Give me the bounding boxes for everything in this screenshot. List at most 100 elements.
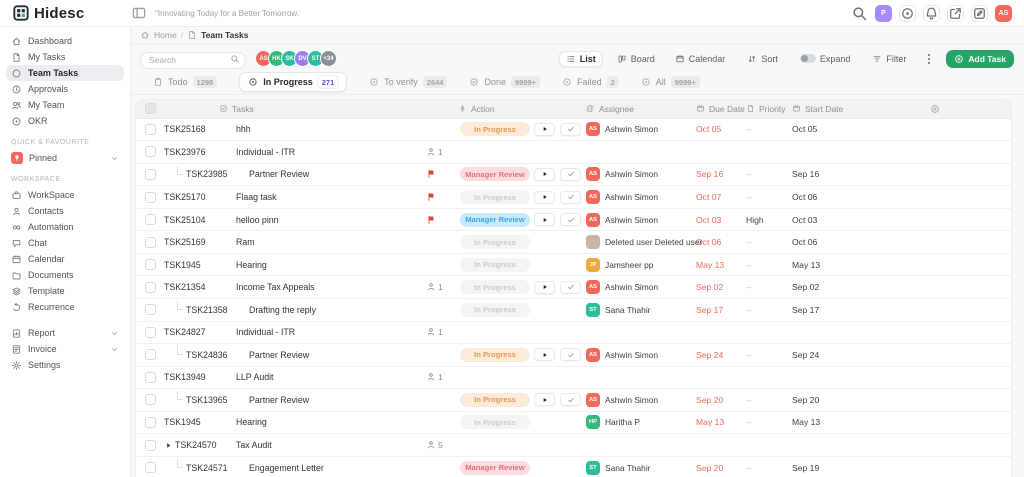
table-row[interactable]: TSK13965Partner ReviewIn ProgressASAshwi… — [136, 389, 1011, 412]
row-checkbox[interactable] — [145, 372, 156, 383]
sidebar-item-workspace[interactable]: WorkSpace — [6, 187, 124, 203]
complete-button[interactable] — [560, 213, 581, 226]
tab-todo[interactable]: Todo1298 — [153, 76, 217, 88]
assignee-cell[interactable]: ASAshwin Simon — [586, 280, 696, 294]
breadcrumb-home[interactable]: Home — [154, 30, 177, 40]
sidebar-item-report[interactable]: Report — [6, 325, 124, 341]
assignee-cell[interactable]: HPHaritha P — [586, 415, 696, 429]
view-button-board[interactable]: Board — [611, 51, 661, 67]
column-header-action[interactable]: Action — [458, 104, 534, 114]
tab-to-verify[interactable]: To verify2644 — [369, 76, 447, 88]
status-badge[interactable]: Manager Review — [460, 461, 530, 475]
filter-button[interactable]: Filter — [866, 52, 912, 66]
assignee-cell[interactable]: JPJamsheer pp — [586, 258, 696, 272]
row-checkbox[interactable] — [145, 440, 156, 451]
status-badge[interactable]: Manager Review — [460, 213, 530, 227]
play-button[interactable] — [534, 191, 555, 204]
sidebar-item-my-team[interactable]: My Team — [6, 97, 124, 113]
sidebar-item-okr[interactable]: OKR — [6, 113, 124, 129]
row-checkbox[interactable] — [145, 282, 156, 293]
assignee-cell[interactable]: STSana Thahir — [586, 303, 696, 317]
share-external-icon[interactable] — [947, 5, 964, 22]
focus-target-icon[interactable] — [899, 5, 916, 22]
sidebar-item-contacts[interactable]: Contacts — [6, 203, 124, 219]
complete-button[interactable] — [560, 191, 581, 204]
row-checkbox[interactable] — [145, 259, 156, 270]
play-button[interactable] — [534, 213, 555, 226]
row-checkbox[interactable] — [145, 124, 156, 135]
status-badge[interactable]: In Progress — [460, 415, 530, 429]
table-row[interactable]: TSK21354Income Tax Appeals1In ProgressAS… — [136, 276, 1011, 299]
complete-button[interactable] — [560, 281, 581, 294]
table-row[interactable]: TSK25104helloo pinnManager ReviewASAshwi… — [136, 209, 1011, 232]
task-name[interactable]: LLP Audit — [236, 372, 426, 382]
row-checkbox[interactable] — [145, 327, 156, 338]
complete-button[interactable] — [560, 393, 581, 406]
task-name[interactable]: Hearing — [236, 260, 426, 270]
task-name[interactable]: Flaag task — [236, 192, 426, 202]
table-row[interactable]: TSK24827Individual - ITR1 — [136, 322, 1011, 345]
row-checkbox[interactable] — [145, 192, 156, 203]
task-name[interactable]: helloo pinn — [236, 215, 426, 225]
task-name[interactable]: Income Tax Appeals — [236, 282, 426, 292]
sidebar-item-chat[interactable]: Chat — [6, 235, 124, 251]
task-name[interactable]: Partner Review — [236, 395, 426, 405]
sidebar-item-recurrence[interactable]: Recurrence — [6, 299, 124, 315]
play-button[interactable] — [534, 123, 555, 136]
row-checkbox[interactable] — [145, 237, 156, 248]
table-row[interactable]: TSK24570Tax Audit5 — [136, 434, 1011, 457]
sidebar-item-invoice[interactable]: Invoice — [6, 341, 124, 357]
row-checkbox[interactable] — [145, 214, 156, 225]
view-button-calendar[interactable]: Calendar — [669, 51, 732, 67]
complete-button[interactable] — [560, 168, 581, 181]
status-badge[interactable]: In Progress — [460, 348, 530, 362]
sidebar-item-dashboard[interactable]: Dashboard — [6, 33, 124, 49]
assignee-cell[interactable]: ASAshwin Simon — [586, 348, 696, 362]
assignee-cell[interactable]: ASAshwin Simon — [586, 190, 696, 204]
status-badge[interactable]: In Progress — [460, 393, 530, 407]
tab-done[interactable]: Done9999+ — [469, 76, 540, 88]
profile-badge[interactable]: P — [875, 5, 892, 22]
table-row[interactable]: TSK23985Partner ReviewManager ReviewASAs… — [136, 164, 1011, 187]
user-avatar[interactable]: AS — [995, 5, 1012, 22]
task-name[interactable]: Ram — [236, 237, 426, 247]
assignee-cell[interactable]: ASAshwin Simon — [586, 393, 696, 407]
task-name[interactable]: Tax Audit — [236, 440, 426, 450]
assignee-cell[interactable]: ASAshwin Simon — [586, 213, 696, 227]
task-name[interactable]: Partner Review — [236, 169, 426, 179]
assignee-cell[interactable]: STSana Thahir — [586, 461, 696, 475]
table-row[interactable]: TSK24571Engagement LetterManager ReviewS… — [136, 457, 1011, 477]
status-badge[interactable]: In Progress — [460, 303, 530, 317]
row-checkbox[interactable] — [145, 394, 156, 405]
status-badge[interactable]: In Progress — [460, 122, 530, 136]
status-badge[interactable]: In Progress — [460, 280, 530, 294]
add-column-button[interactable] — [922, 104, 1011, 114]
status-badge[interactable]: In Progress — [460, 190, 530, 204]
sort-button[interactable]: Sort — [741, 52, 784, 66]
table-row[interactable]: TSK25170Flaag taskIn ProgressASAshwin Si… — [136, 186, 1011, 209]
search-icon[interactable] — [851, 5, 868, 22]
task-name[interactable]: Partner Review — [236, 350, 426, 360]
view-button-list[interactable]: List — [559, 51, 603, 67]
add-task-button[interactable]: Add Task — [946, 50, 1014, 68]
row-checkbox[interactable] — [145, 304, 156, 315]
column-header-due-date[interactable]: Due Date — [696, 104, 746, 114]
table-row[interactable]: TSK25168hhhIn ProgressASAshwin SimonOct … — [136, 119, 1011, 142]
select-all-checkbox[interactable] — [145, 103, 156, 114]
members-overflow-badge[interactable]: +34 — [320, 50, 337, 67]
play-button[interactable] — [534, 168, 555, 181]
column-header-assignee[interactable]: @ Assignee — [586, 104, 696, 114]
play-button[interactable] — [534, 393, 555, 406]
task-name[interactable]: Individual - ITR — [236, 327, 426, 337]
sidebar-item-my-tasks[interactable]: My Tasks — [6, 49, 124, 65]
play-button[interactable] — [534, 281, 555, 294]
tab-all[interactable]: All9999+ — [641, 76, 700, 88]
sidebar-item-team-tasks[interactable]: Team Tasks — [6, 65, 124, 81]
sidebar-item-template[interactable]: Template — [6, 283, 124, 299]
tab-in-progress[interactable]: In Progress271 — [239, 72, 347, 92]
status-badge[interactable]: In Progress — [460, 235, 530, 249]
column-header-priority[interactable]: Priority — [746, 104, 792, 114]
complete-button[interactable] — [560, 123, 581, 136]
sidebar-item-approvals[interactable]: Approvals — [6, 81, 124, 97]
column-header-start-date[interactable]: Start Date — [792, 104, 922, 114]
